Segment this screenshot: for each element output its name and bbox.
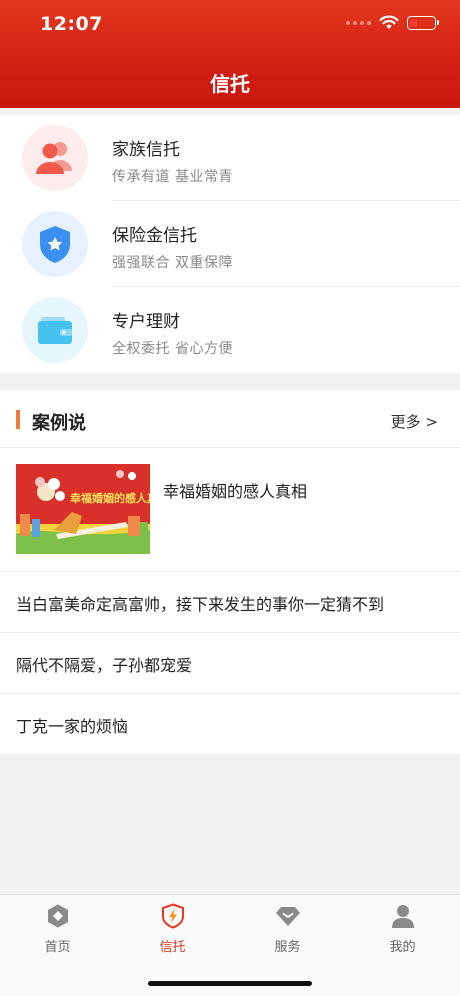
featured-image-caption: 幸福婚姻的感人真相 [70,491,150,505]
case-item-title: 丁克一家的烦恼 [16,717,129,736]
page-title: 信托 [210,72,250,96]
product-subtitle: 传承有道 基业常青 [112,169,233,185]
tab-service[interactable]: 服务 [230,903,345,959]
app-header: 12:07 信托 [0,0,460,108]
family-icon [22,125,88,191]
tab-trust[interactable]: 信托 [115,903,230,959]
wifi-icon [379,15,399,29]
case-item[interactable]: 丁克一家的烦恼 [0,694,460,755]
shield-star-icon [22,211,88,277]
diamond-icon [275,907,300,926]
featured-case-image: 幸福婚姻的感人真相 [16,464,150,554]
tab-label: 首页 [44,940,71,955]
more-link[interactable]: 更多 > [391,411,438,432]
tab-profile[interactable]: 我的 [345,903,460,959]
case-item-title: 隔代不隔爱，子孙都宠爱 [16,656,193,675]
product-name: 专户理财 [112,312,180,332]
status-indicators [346,15,439,30]
battery-icon [407,15,439,30]
product-insurance-trust[interactable]: 保险金信托 强强联合 双重保障 [0,201,460,287]
product-name: 家族信托 [112,140,180,160]
status-time: 12:07 [40,13,103,35]
cases-header: 案例说 更多 > [0,390,460,448]
person-icon [391,905,414,928]
cases-section: 案例说 更多 > 幸福婚姻的感人真相 [0,390,460,754]
featured-case-title: 幸福婚姻的感人真相 [163,482,308,501]
product-name: 保险金信托 [112,226,197,246]
wallet-icon [22,297,88,363]
product-list: 家族信托 传承有道 基业常青 保险金信托 强强联合 双重保障 专户理财 全权委托… [0,115,460,373]
case-item-title: 当白富美命定高富帅，接下来发生的事你一定猜不到 [16,595,385,614]
tab-label: 服务 [274,940,301,955]
signal-icon [346,20,371,25]
product-subtitle: 全权委托 省心方便 [112,341,233,357]
product-subtitle: 强强联合 双重保障 [112,255,233,271]
case-item[interactable]: 当白富美命定高富帅，接下来发生的事你一定猜不到 [0,572,460,633]
home-hexagon-icon [47,904,68,928]
trust-shield-icon [161,903,184,929]
featured-case[interactable]: 幸福婚姻的感人真相 幸福婚姻的感人真相 [0,448,460,572]
section-accent-bar [16,410,20,429]
tab-label: 我的 [389,940,416,955]
tab-home[interactable]: 首页 [0,903,115,959]
cases-title: 案例说 [32,413,86,434]
case-item[interactable]: 隔代不隔爱，子孙都宠爱 [0,633,460,694]
product-family-trust[interactable]: 家族信托 传承有道 基业常青 [0,115,460,201]
home-indicator [148,981,312,986]
tab-label: 信托 [159,940,186,955]
product-managed-account[interactable]: 专户理财 全权委托 省心方便 [0,287,460,373]
